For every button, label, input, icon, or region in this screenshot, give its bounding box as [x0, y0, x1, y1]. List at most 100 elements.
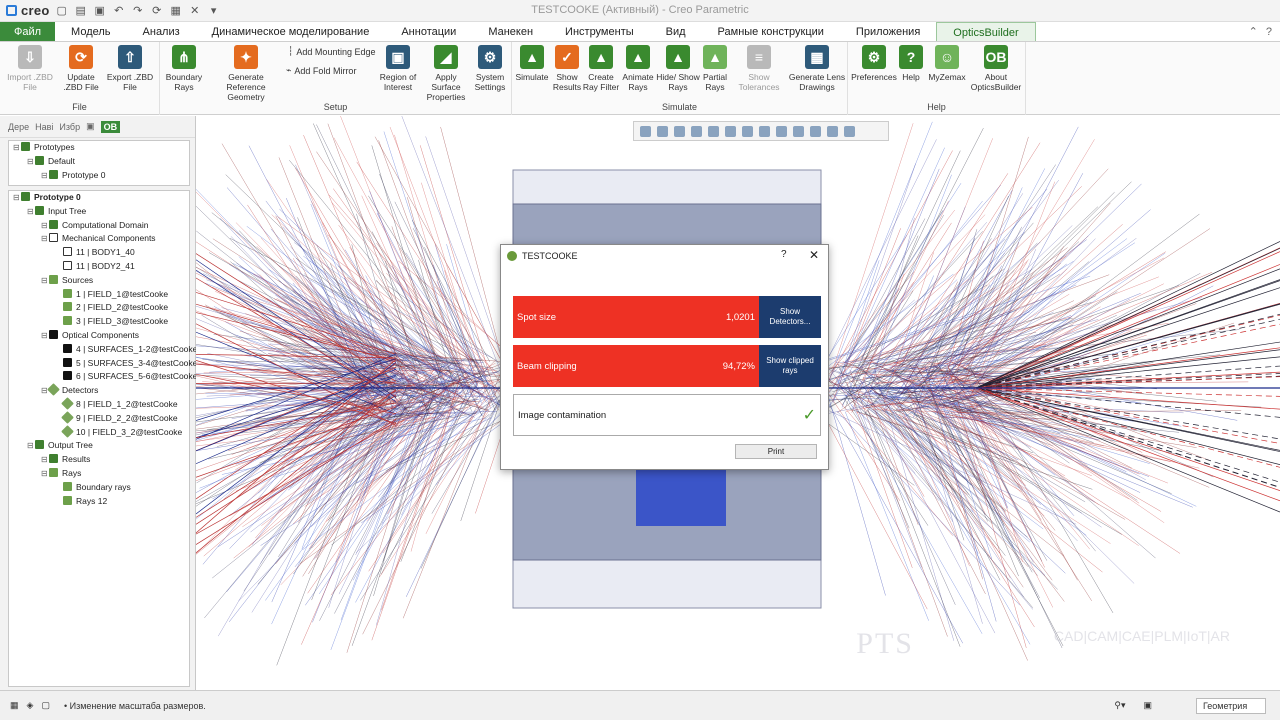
open-icon[interactable]: ▤: [74, 4, 88, 18]
apply-surface-button[interactable]: ◢ Apply Surface Properties: [420, 45, 472, 102]
tree-item[interactable]: 4 | SURFACES_1-2@testCooke: [9, 343, 197, 357]
partial-rays-button[interactable]: ▲ Partial Rays: [698, 45, 732, 92]
tab-tools[interactable]: Инструменты: [549, 22, 650, 41]
save-icon[interactable]: ▣: [93, 4, 107, 18]
annotation-display-icon[interactable]: [793, 125, 804, 137]
update-zbd-button[interactable]: ⟳ Update .ZBD File: [57, 45, 105, 92]
show-clipped-rays-button[interactable]: Show clipped rays: [759, 345, 821, 387]
tab-tree[interactable]: Дере: [8, 122, 29, 132]
close-window-icon[interactable]: ✕: [188, 4, 202, 18]
tab-zemax-icon[interactable]: ▣: [86, 121, 95, 132]
tab-navigator[interactable]: Наві: [35, 122, 53, 132]
zoom-out-icon[interactable]: [674, 125, 685, 137]
add-fold-mirror-button[interactable]: ⌁ Add Fold Mirror: [286, 65, 356, 76]
tree-item[interactable]: 11 | BODY2_41: [9, 260, 189, 274]
show-tolerances-button[interactable]: ≡ Show Tolerances: [738, 45, 780, 92]
tree-item[interactable]: 11 | BODY1_40: [9, 246, 189, 260]
add-mounting-edge-button[interactable]: ┆ Add Mounting Edge: [288, 46, 375, 57]
fullscreen-icon[interactable]: ▢: [41, 700, 50, 711]
tab-manikin[interactable]: Манекен: [472, 22, 549, 41]
import-zbd-button[interactable]: ⇩ Import .ZBD File: [6, 45, 54, 92]
system-settings-button[interactable]: ⚙ System Settings: [468, 45, 512, 92]
new-icon[interactable]: ▢: [55, 4, 69, 18]
undo-icon[interactable]: ↶: [112, 4, 126, 18]
zoom-in-icon[interactable]: [657, 125, 668, 137]
tree-item[interactable]: 9 | FIELD_2_2@testCooke: [9, 410, 189, 426]
show-detectors-button[interactable]: Show Detectors...: [759, 296, 821, 338]
tree-item[interactable]: 5 | SURFACES_3-4@testCooke: [9, 357, 197, 371]
tree-item[interactable]: ⊟ Detectors: [9, 383, 189, 398]
tab-frame[interactable]: Рамные конструкции: [702, 22, 840, 41]
expand-toggle-icon[interactable]: ⊟: [27, 439, 35, 453]
tab-applications[interactable]: Приложения: [840, 22, 936, 41]
tab-view[interactable]: Вид: [650, 22, 702, 41]
help-circle-icon[interactable]: ?: [1266, 26, 1272, 38]
tree-item[interactable]: 10 | FIELD_3_2@testCooke: [9, 424, 189, 440]
generate-ref-geometry-button[interactable]: ✦ Generate Reference Geometry: [208, 45, 284, 102]
selection-filter[interactable]: Геометрия: [1196, 697, 1266, 714]
tree-item[interactable]: 1 | FIELD_1@testCooke: [9, 288, 189, 302]
tree-item[interactable]: ⊟ Prototype 0: [9, 191, 189, 205]
help-button[interactable]: ? Help: [896, 45, 926, 82]
boundary-rays-button[interactable]: ⋔ Boundary Rays: [160, 45, 208, 92]
expand-toggle-icon[interactable]: ⊟: [41, 467, 49, 481]
tree-item[interactable]: ⊟ Optical Components: [9, 329, 189, 343]
expand-toggle-icon[interactable]: ⊟: [27, 155, 35, 169]
tree-item[interactable]: ⊟ Rays: [9, 467, 189, 481]
tab-annotations[interactable]: Аннотации: [385, 22, 472, 41]
expand-toggle-icon[interactable]: ⊟: [41, 274, 49, 288]
dialog-close-button[interactable]: ✕: [809, 248, 819, 262]
expand-toggle-icon[interactable]: ⊟: [13, 141, 21, 155]
expand-toggle-icon[interactable]: ⊟: [41, 329, 49, 343]
show-results-button[interactable]: ✓ Show Results: [550, 45, 584, 92]
tree-item[interactable]: ⊟ Mechanical Components: [9, 232, 189, 246]
expand-toggle-icon[interactable]: ⊟: [41, 232, 49, 246]
about-opticsbuilder-button[interactable]: OB About OpticsBuilder: [968, 45, 1024, 92]
minimize-ribbon-icon[interactable]: ⌃: [1249, 25, 1258, 38]
tree-item[interactable]: ⊟ Prototypes: [9, 141, 189, 155]
expand-toggle-icon[interactable]: ⊟: [27, 205, 35, 219]
redo-icon[interactable]: ↷: [131, 4, 145, 18]
qat-dropdown-icon[interactable]: ▾: [207, 4, 221, 18]
simulate-button[interactable]: ▲ Simulate: [512, 45, 552, 82]
tab-model[interactable]: Модель: [55, 22, 126, 41]
repaint-icon[interactable]: [691, 125, 702, 137]
tab-file[interactable]: Файл: [0, 22, 56, 41]
tree-item[interactable]: ⊟ Prototype 0: [9, 169, 189, 183]
spin-center-icon[interactable]: [810, 125, 821, 137]
create-ray-filter-button[interactable]: ▲ Create Ray Filter: [582, 45, 620, 92]
windows-icon[interactable]: ▦: [169, 4, 183, 18]
saved-views-icon[interactable]: [725, 125, 736, 137]
tab-dynamic-modeling[interactable]: Динамическое моделирование: [196, 22, 386, 41]
section-icon[interactable]: [827, 125, 838, 137]
tree-item[interactable]: ⊟ Input Tree: [9, 205, 189, 219]
selection-icon[interactable]: ▣: [1143, 700, 1152, 711]
tree-item[interactable]: Boundary rays: [9, 481, 189, 495]
tab-analysis[interactable]: Анализ: [127, 22, 196, 41]
view-manager-icon[interactable]: [742, 125, 753, 137]
tab-opticsbuilder[interactable]: OpticsBuilder: [936, 22, 1036, 41]
tree-item[interactable]: ⊟ Results: [9, 453, 189, 467]
myzemax-button[interactable]: ☺ MyZemax: [924, 45, 970, 82]
print-button[interactable]: Print: [735, 444, 817, 459]
simulate-display-icon[interactable]: [844, 125, 855, 137]
tree-item[interactable]: ⊟ Sources: [9, 274, 189, 288]
display-style-icon[interactable]: [708, 125, 719, 137]
generate-lens-drawings-button[interactable]: ▦ Generate Lens Drawings: [788, 45, 846, 92]
preferences-button[interactable]: ⚙ Preferences: [850, 45, 898, 82]
expand-toggle-icon[interactable]: ⊟: [41, 219, 49, 233]
tree-item[interactable]: ⊟ Output Tree: [9, 439, 189, 453]
perspective-icon[interactable]: [759, 125, 770, 137]
tree-item[interactable]: 2 | FIELD_2@testCooke: [9, 301, 189, 315]
expand-toggle-icon[interactable]: ⊟: [13, 191, 21, 205]
animate-rays-button[interactable]: ▲ Animate Rays: [618, 45, 658, 92]
tree-item[interactable]: 3 | FIELD_3@testCooke: [9, 315, 189, 329]
region-of-interest-button[interactable]: ▣ Region of Interest: [374, 45, 422, 92]
regenerate-icon[interactable]: ⟳: [150, 4, 164, 18]
tab-ob[interactable]: OB: [100, 120, 121, 133]
layers-icon[interactable]: ▦: [10, 700, 19, 711]
tab-favorites[interactable]: Избр: [59, 122, 80, 132]
tree-item[interactable]: Rays 12: [9, 495, 189, 509]
expand-toggle-icon[interactable]: ⊟: [41, 169, 49, 183]
refit-icon[interactable]: [640, 125, 651, 137]
